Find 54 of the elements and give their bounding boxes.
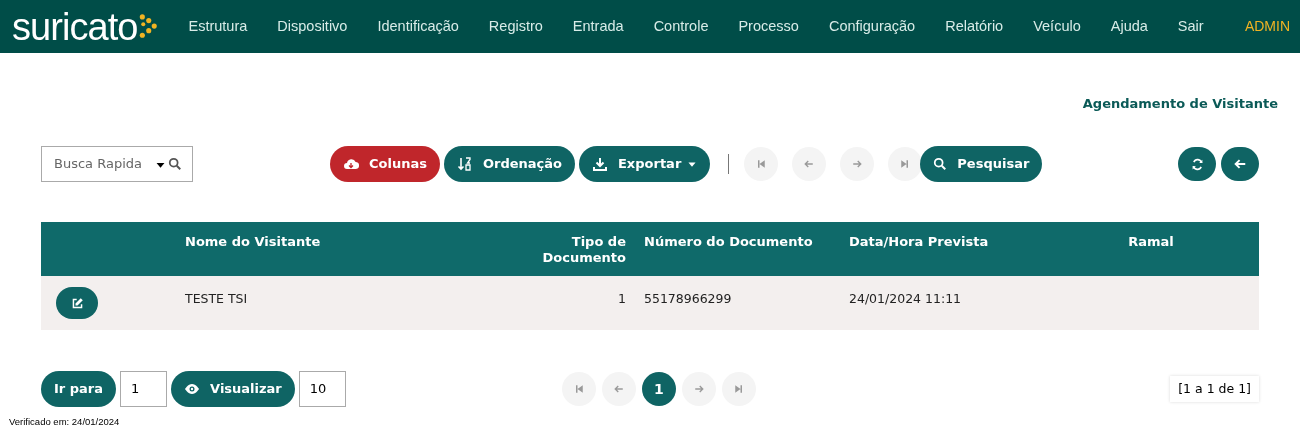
nav-link[interactable]: Veículo <box>1018 15 1096 38</box>
record-range: [1 a 1 de 1] <box>1170 376 1259 402</box>
verified-date: Verificado em: 24/01/2024 <box>9 415 120 429</box>
nav-link[interactable]: Ajuda <box>1095 15 1163 38</box>
nav-link[interactable]: Relatório <box>930 15 1019 38</box>
left-arrow-icon <box>1233 157 1247 171</box>
search-button[interactable]: Pesquisar <box>920 146 1043 182</box>
edit-icon <box>70 296 84 310</box>
columns-button[interactable]: Colunas <box>330 146 440 182</box>
right-arrow-icon <box>851 158 864 170</box>
download-icon <box>592 156 608 172</box>
nav-link[interactable]: Sair <box>1162 15 1219 38</box>
search-field[interactable]: Busca Rapida <box>41 146 193 182</box>
cloud-download-icon <box>343 156 359 172</box>
table-cell-text: TESTE TSI <box>184 290 249 308</box>
nav-link[interactable]: Controle <box>638 15 724 38</box>
page-number-field[interactable]: 1 <box>120 371 168 407</box>
edit-button[interactable] <box>56 287 98 319</box>
column-header: Número do Documento <box>643 234 814 251</box>
nav-link[interactable]: Estrutura <box>173 15 263 38</box>
view-button[interactable]: Visualizar <box>171 371 295 407</box>
table-cell-text: 1 <box>617 290 627 308</box>
skip-back-icon <box>755 158 768 170</box>
user-name[interactable]: ADMIN <box>1244 16 1290 37</box>
search-icon <box>933 157 948 171</box>
left-arrow-icon <box>803 158 816 170</box>
column-header: Ramal <box>1127 234 1175 251</box>
search-icon <box>168 157 182 171</box>
refresh-button[interactable] <box>1178 147 1216 181</box>
nav-link[interactable]: Processo <box>723 15 814 38</box>
page-size-field[interactable]: 10 <box>298 371 346 407</box>
refresh-icon <box>1190 157 1204 171</box>
right-arrow-icon <box>692 383 705 395</box>
page-button[interactable]: 1 <box>641 372 676 406</box>
back-button[interactable] <box>1221 147 1259 181</box>
table-cell-text: 55178966299 <box>643 290 733 308</box>
page-title: Agendamento de Visitante <box>1082 95 1278 113</box>
nav-link[interactable]: Configuração <box>813 15 931 38</box>
column-header: Tipo de Documento <box>541 234 627 267</box>
table-cell-text: 24/01/2024 11:11 <box>848 290 963 308</box>
placeholder-text: Busca Rapida <box>54 155 143 174</box>
left-arrow-icon <box>612 383 625 395</box>
nav-link[interactable]: Entrada <box>557 15 639 38</box>
skip-forward-icon <box>732 383 745 395</box>
nav-link[interactable]: Dispositivo <box>262 15 363 38</box>
column-header: Nome do Visitante <box>184 234 322 251</box>
nav-link[interactable]: Identificação <box>362 15 474 38</box>
sort-button[interactable]: Ordenação <box>443 146 575 182</box>
sort-icon <box>456 156 473 172</box>
column-header: Data/Hora Prevista <box>848 234 990 251</box>
eye-icon <box>184 381 201 397</box>
nav-link[interactable]: Registro <box>473 15 558 38</box>
go-to-button[interactable]: Ir para <box>41 371 117 407</box>
export-button[interactable]: Exportar <box>579 146 711 182</box>
